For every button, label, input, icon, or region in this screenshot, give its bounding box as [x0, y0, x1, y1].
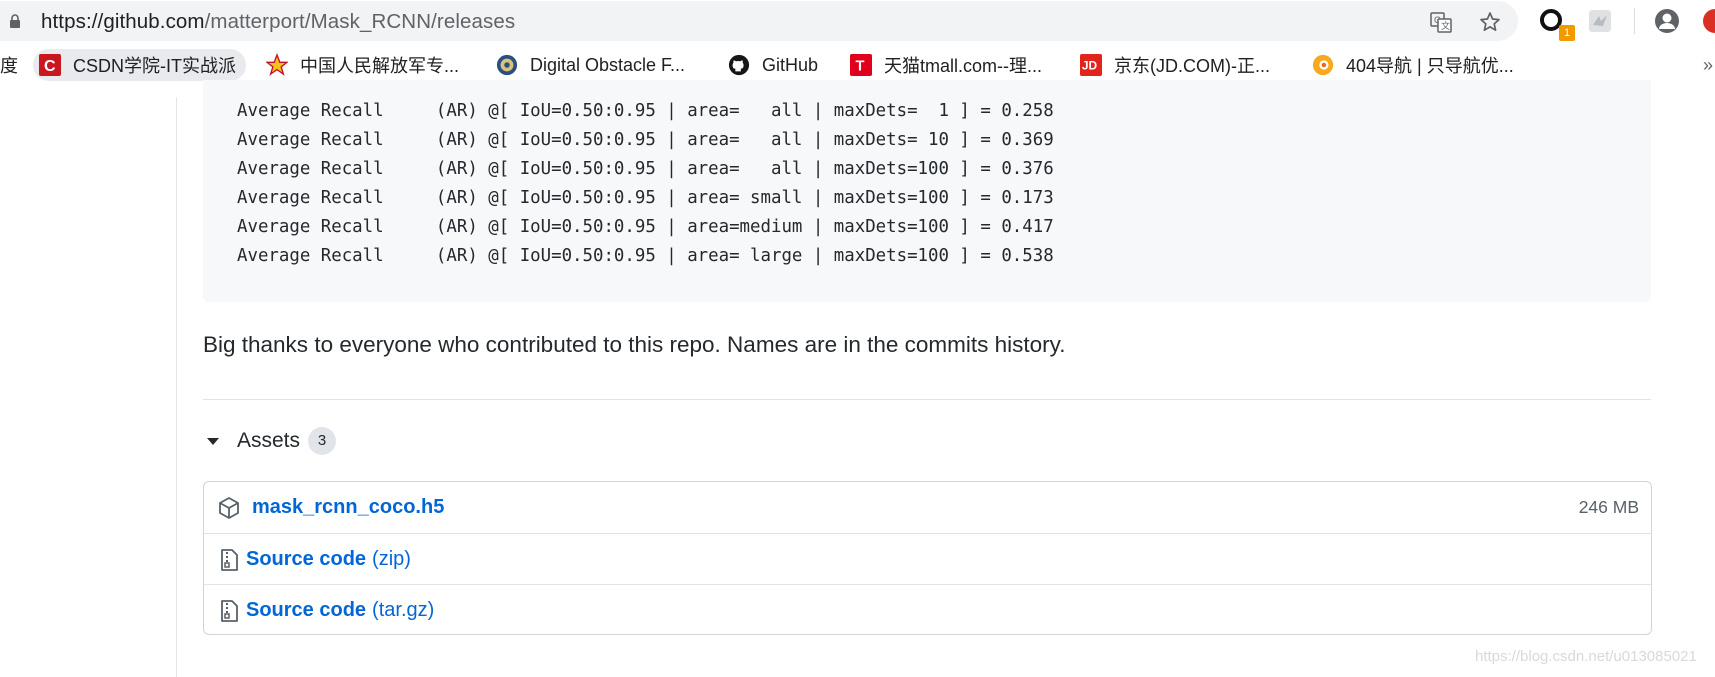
asset-download-link[interactable]: mask_rcnn_coco.h5 — [252, 496, 444, 519]
asset-format: (tar.gz) — [372, 599, 435, 621]
github-icon — [728, 54, 750, 76]
browser-toolbar: https://github.com/matterport/Mask_RCNN/… — [0, 0, 1715, 43]
more-bookmarks-button[interactable]: » — [1703, 55, 1713, 76]
star-emblem-icon — [266, 53, 288, 76]
assets-list: mask_rcnn_coco.h5 246 MB Source code (zip… — [203, 481, 1652, 635]
assets-count-badge: 3 — [308, 427, 337, 455]
file-zip-icon — [221, 548, 238, 571]
bookmark-label: CSDN学院-IT实战派 — [73, 56, 236, 76]
404-nav-icon — [1312, 54, 1334, 76]
assets-title: Assets — [237, 429, 301, 452]
assets-toggle[interactable]: Assets 3 — [207, 425, 337, 457]
menu-update-icon[interactable] — [1701, 7, 1715, 35]
watermark: https://blog.csdn.net/u013085021 — [1475, 648, 1697, 665]
bookmark-label: 京东(JD.COM)-正... — [1114, 56, 1270, 76]
bookmark-label: 404导航 | 只导航优... — [1346, 56, 1514, 76]
extension-bird-icon[interactable] — [1586, 7, 1614, 35]
extension-badge: 1 — [1559, 25, 1575, 41]
code-line: Average Recall (AR) @[ IoU=0.50:0.95 | a… — [237, 101, 1054, 121]
bookmark-404-nav[interactable]: 404导航 | 只导航优... — [1312, 49, 1514, 81]
bookmark-tmall[interactable]: T 天猫tmall.com--理... — [850, 49, 1042, 81]
profile-icon[interactable] — [1653, 7, 1681, 35]
bookmark-label: Digital Obstacle F... — [530, 54, 686, 75]
bookmark-star-icon[interactable] — [1478, 10, 1502, 34]
bookmark-label: 度 — [0, 56, 18, 76]
address-bar[interactable]: https://github.com/matterport/Mask_RCNN/… — [0, 1, 1518, 41]
svg-text:JD: JD — [1082, 59, 1098, 73]
release-notes-text: Big thanks to everyone who contributed t… — [203, 332, 1066, 357]
asset-link-label: Source code — [246, 548, 367, 570]
code-line: Average Recall (AR) @[ IoU=0.50:0.95 | a… — [237, 188, 1054, 208]
file-zip-icon — [221, 599, 238, 622]
asset-link-label: Source code — [246, 599, 367, 621]
asset-row: Source code (tar.gz) — [204, 584, 1651, 636]
bookmark-pla[interactable]: 中国人民解放军专... — [266, 49, 459, 81]
url-path: /matterport/Mask_RCNN/releases — [204, 10, 516, 33]
code-block: Average Recall (AR) @[ IoU=0.50:0.95 | a… — [203, 80, 1651, 302]
jd-icon: JD — [1080, 54, 1102, 76]
package-icon — [219, 496, 239, 519]
url-text[interactable]: https://github.com/matterport/Mask_RCNN/… — [41, 10, 515, 34]
bookmark-label: GitHub — [762, 54, 819, 75]
code-line: Average Recall (AR) @[ IoU=0.50:0.95 | a… — [237, 246, 1054, 266]
bookmark-github[interactable]: GitHub — [728, 49, 818, 81]
asset-row: Source code (zip) — [204, 533, 1651, 585]
toolbar-divider — [1634, 8, 1635, 34]
section-divider — [203, 399, 1651, 400]
lock-icon[interactable] — [9, 14, 21, 28]
url-host: https://github.com — [41, 10, 205, 33]
bookmark-digital-obstacle[interactable]: Digital Obstacle F... — [496, 49, 685, 81]
code-line: Average Recall (AR) @[ IoU=0.50:0.95 | a… — [237, 159, 1054, 179]
source-code-targz-link[interactable]: Source code (tar.gz) — [246, 599, 434, 622]
tmall-icon: T — [850, 54, 872, 76]
code-output: Average Recall (AR) @[ IoU=0.50:0.95 | a… — [237, 97, 1054, 271]
bookmark-csdn[interactable]: C CSDN学院-IT实战派 — [33, 49, 246, 81]
asset-format: (zip) — [372, 548, 411, 570]
bookmark-label: 中国人民解放军专... — [300, 56, 460, 76]
asset-size: 246 MB — [1578, 497, 1639, 517]
bookmark-label: 天猫tmall.com--理... — [884, 56, 1043, 76]
code-line: Average Recall (AR) @[ IoU=0.50:0.95 | a… — [237, 217, 1054, 237]
bookmark-jd[interactable]: JD 京东(JD.COM)-正... — [1080, 49, 1270, 81]
source-code-zip-link[interactable]: Source code (zip) — [246, 548, 411, 571]
asset-row: mask_rcnn_coco.h5 246 MB — [204, 482, 1651, 533]
svg-text:T: T — [856, 59, 865, 75]
sidebar-divider — [176, 97, 177, 677]
csdn-icon: C — [39, 54, 61, 76]
translate-icon[interactable]: G 文 — [1429, 10, 1453, 34]
svg-text:C: C — [44, 58, 56, 75]
bookmark-baidu[interactable]: 度 — [0, 49, 18, 81]
caret-down-icon — [207, 437, 219, 445]
seal-icon — [496, 54, 518, 76]
code-line: Average Recall (AR) @[ IoU=0.50:0.95 | a… — [237, 130, 1054, 150]
svg-text:文: 文 — [1441, 20, 1450, 31]
